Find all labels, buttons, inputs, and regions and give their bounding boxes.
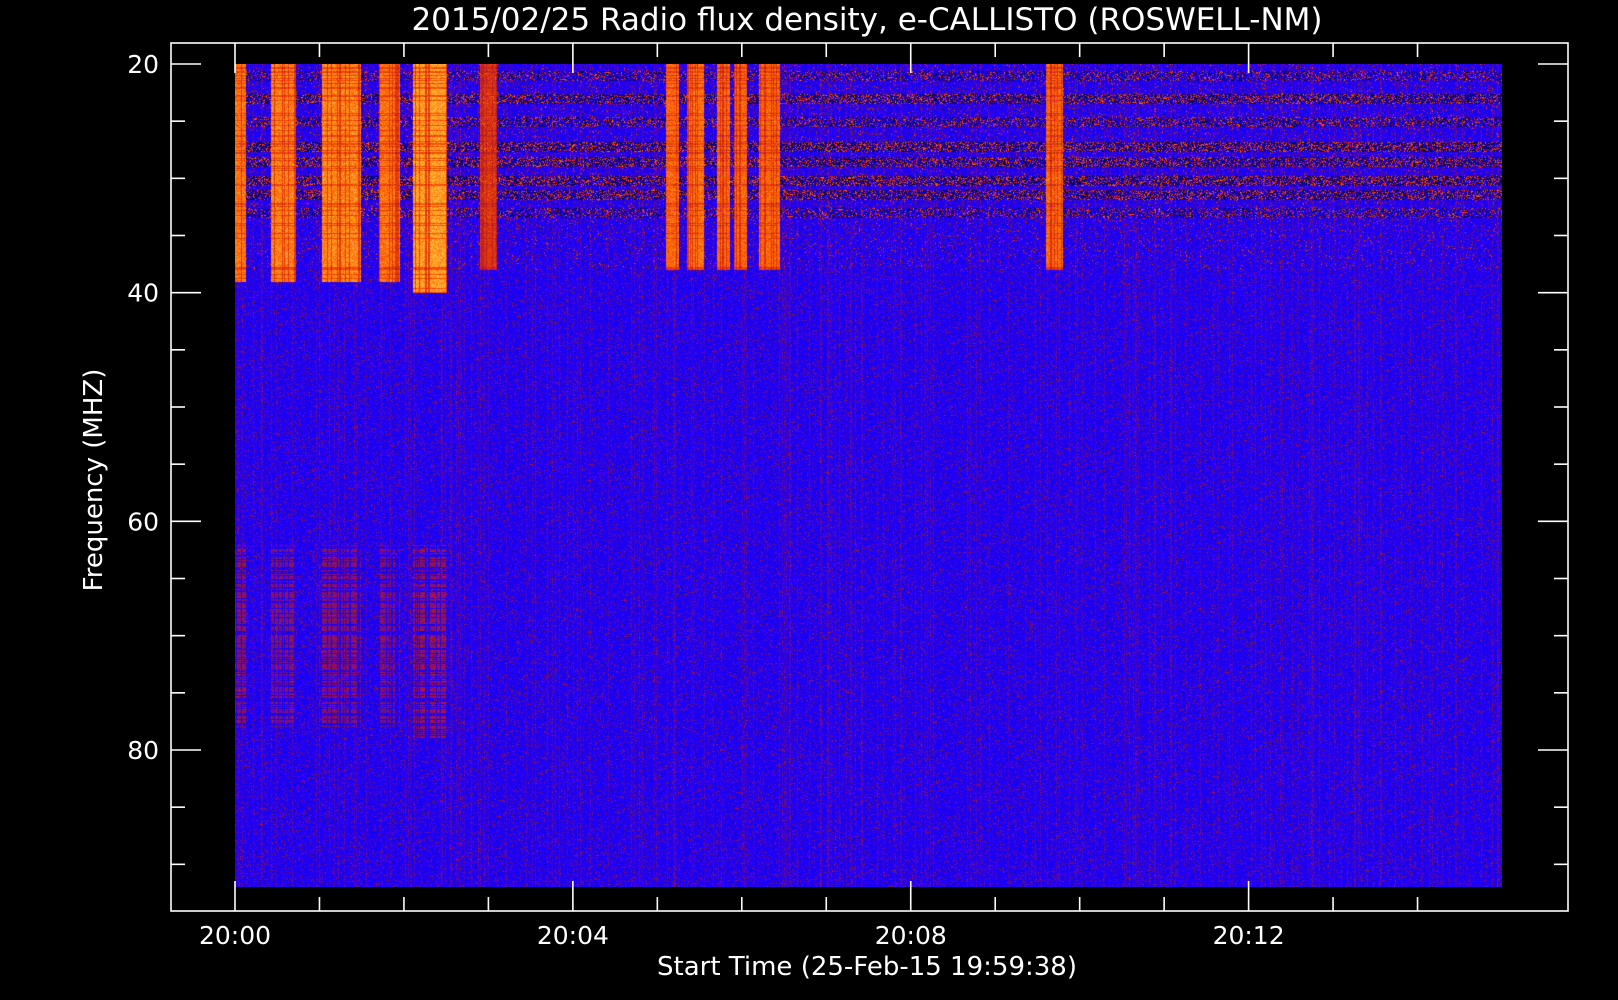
y-tick-label: 80: [127, 736, 159, 765]
x-axis-label: Start Time (25-Feb-15 19:59:38): [657, 952, 1077, 982]
x-tick-label: 20:00: [199, 921, 271, 950]
chart-title: 2015/02/25 Radio flux density, e-CALLIST…: [411, 2, 1322, 38]
y-tick-label: 40: [127, 279, 159, 308]
spectrogram-heatmap: [235, 64, 1502, 887]
x-tick-label: 20:08: [875, 921, 947, 950]
y-tick-label: 60: [127, 507, 159, 536]
spectrogram-image: [235, 64, 1502, 887]
x-tick-label: 20:04: [537, 921, 609, 950]
x-tick-label: 20:12: [1213, 921, 1285, 950]
y-tick-label: 20: [127, 50, 159, 79]
spectrogram-chart: 2015/02/25 Radio flux density, e-CALLIST…: [0, 0, 1618, 1000]
y-axis-label: Frequency (MHZ): [79, 369, 109, 592]
